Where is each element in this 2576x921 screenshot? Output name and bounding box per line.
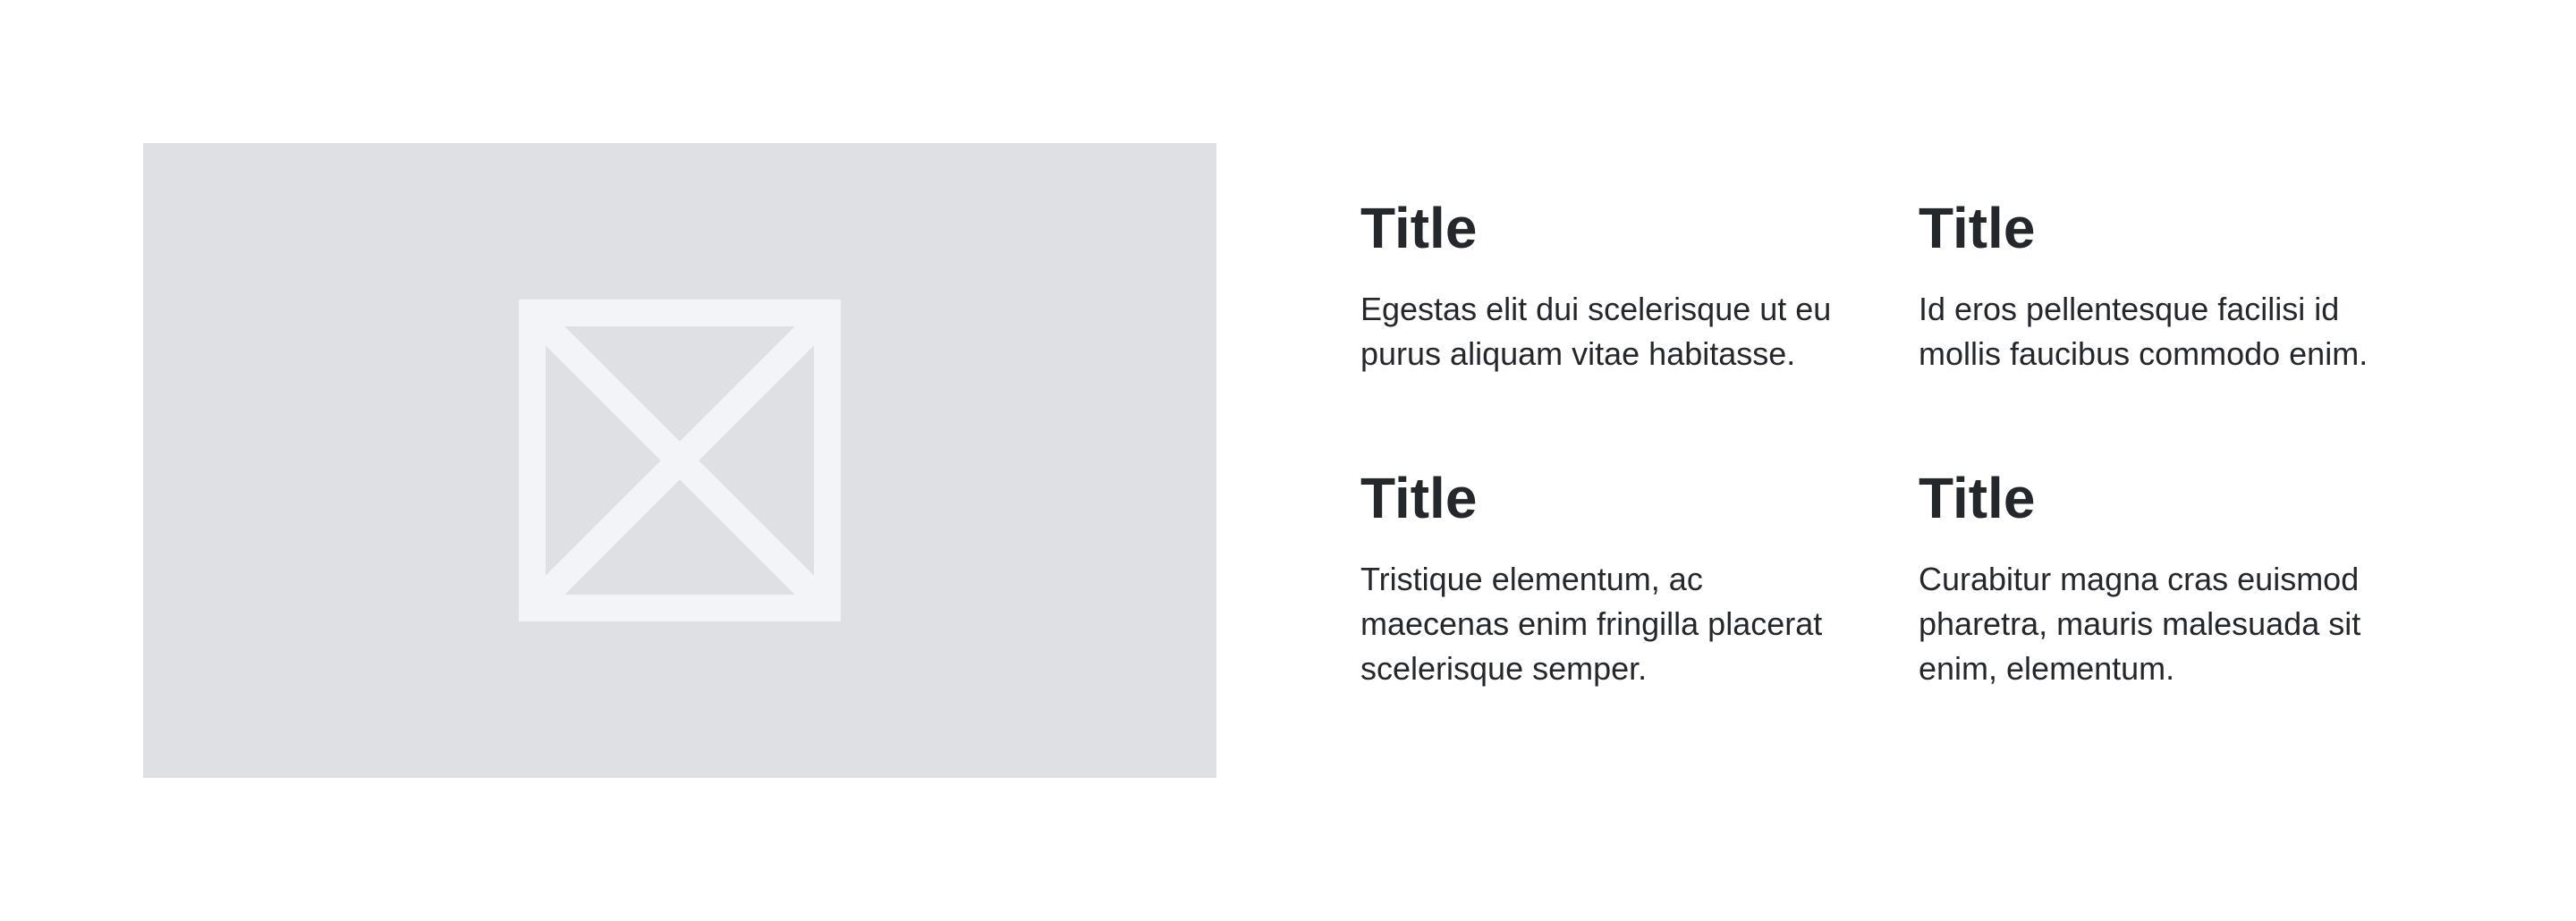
feature-description: Curabitur magna cras euismod pharetra, m… bbox=[1919, 561, 2361, 687]
image-placeholder bbox=[143, 143, 1216, 778]
feature-title: Title bbox=[1360, 466, 1478, 530]
feature-title: Title bbox=[1919, 466, 2036, 530]
feature-description: Tristique elementum, ac maecenas enim fr… bbox=[1360, 561, 1823, 687]
feature-card: Title Egestas elit dui scelerisque ut eu… bbox=[1360, 192, 1919, 376]
feature-description: Id eros pellentesque facilisi id mollis … bbox=[1919, 291, 2368, 372]
feature-card: Title Tristique elementum, ac maecenas e… bbox=[1360, 462, 1919, 691]
feature-description: Egestas elit dui scelerisque ut eu purus… bbox=[1360, 291, 1832, 372]
feature-card: Title Id eros pellentesque facilisi id m… bbox=[1919, 192, 2419, 376]
feature-card: Title Curabitur magna cras euismod phare… bbox=[1919, 462, 2419, 691]
feature-title: Title bbox=[1919, 196, 2036, 260]
feature-title: Title bbox=[1360, 196, 1478, 260]
features-grid: Title Egestas elit dui scelerisque ut eu… bbox=[1360, 192, 2456, 691]
image-placeholder-icon bbox=[519, 300, 841, 621]
